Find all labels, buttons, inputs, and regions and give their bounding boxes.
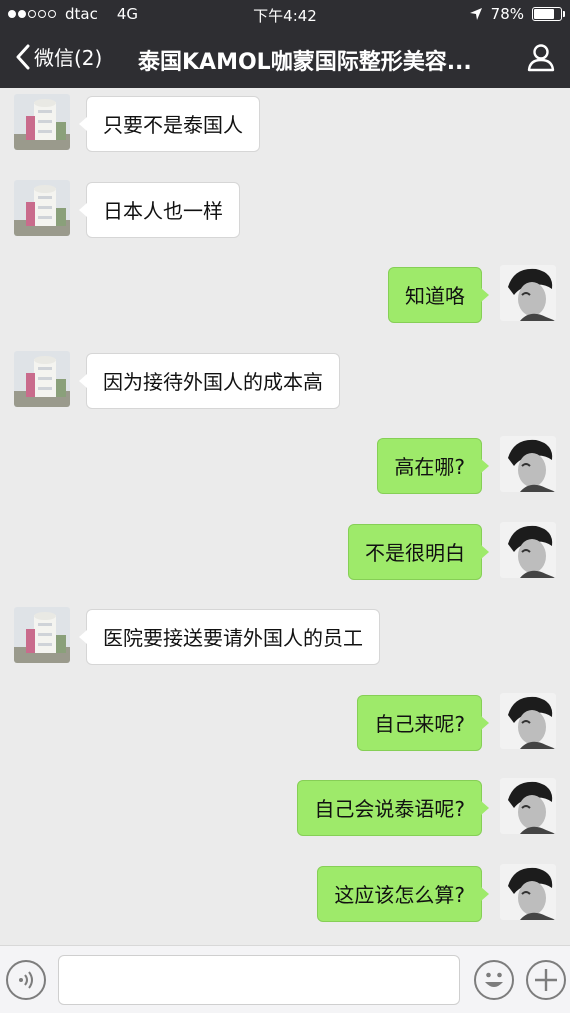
person-icon [527, 44, 555, 72]
top-bar: dtac 4G 下午4:42 78% 微信(2) 泰国KAMOL咖蒙国际整形美容… [0, 0, 570, 88]
battery-percent: 78% [490, 5, 524, 23]
emoji-button[interactable] [474, 960, 514, 1000]
message-list[interactable]: 只要不是泰国人 日本人也一样知道咯 因为接待外国人的成本高 高在哪? 不是很明白医院要接… [0, 88, 570, 945]
message-bubble[interactable]: 因为接待外国人的成本高 [79, 352, 340, 409]
incoming-message-row: 日本人也一样 [0, 179, 570, 240]
plus-icon [535, 969, 557, 991]
incoming-message-row: 只要不是泰国人 [0, 94, 570, 154]
voice-icon [19, 971, 33, 989]
outgoing-message-row: 自己来呢? [0, 692, 570, 753]
my-avatar[interactable] [500, 692, 556, 749]
contact-avatar[interactable] [14, 607, 70, 663]
message-bubble[interactable]: 医院要接送要请外国人的员工 [79, 609, 380, 665]
chat-info-button[interactable] [526, 42, 556, 76]
message-input[interactable] [58, 955, 460, 1005]
incoming-message-row: 医院要接送要请外国人的员工 [0, 607, 570, 667]
message-bubble[interactable]: 日本人也一样 [79, 181, 240, 238]
back-label: 微信(2) [34, 46, 103, 70]
status-bar: dtac 4G 下午4:42 78% [0, 0, 570, 30]
location-arrow-icon [469, 8, 482, 20]
my-avatar[interactable] [500, 521, 556, 578]
incoming-message-row: 因为接待外国人的成本高 [0, 350, 570, 411]
contact-avatar[interactable] [14, 179, 70, 236]
message-bubble[interactable]: 这应该怎么算? [317, 865, 489, 922]
outgoing-message-row: 知道咯 [0, 265, 570, 325]
my-avatar[interactable] [500, 863, 556, 920]
more-button[interactable] [526, 960, 566, 1000]
outgoing-message-row: 自己会说泰语呢? [0, 778, 570, 838]
my-avatar[interactable] [500, 265, 556, 321]
voice-button[interactable] [6, 960, 46, 1000]
battery-icon [532, 7, 565, 21]
message-bubble[interactable]: 不是很明白 [348, 523, 489, 580]
chat-title: 泰国KAMOL咖蒙国际整形美容... [138, 50, 472, 75]
status-right: 78% [469, 5, 565, 23]
message-bubble[interactable]: 自己来呢? [357, 694, 489, 751]
emoji-icon [485, 972, 503, 987]
contact-avatar[interactable] [14, 350, 70, 407]
outgoing-message-row: 这应该怎么算? [0, 863, 570, 924]
outgoing-message-row: 不是很明白 [0, 521, 570, 582]
message-bubble[interactable]: 只要不是泰国人 [79, 96, 260, 152]
input-bar [0, 945, 570, 1013]
navigation-bar: 微信(2) 泰国KAMOL咖蒙国际整形美容... [0, 30, 570, 88]
my-avatar[interactable] [500, 778, 556, 834]
message-bubble[interactable]: 知道咯 [388, 267, 489, 323]
outgoing-message-row: 高在哪? [0, 436, 570, 496]
chevron-left-icon [16, 44, 30, 69]
message-bubble[interactable]: 自己会说泰语呢? [297, 780, 489, 836]
back-button[interactable]: 微信(2) [16, 42, 102, 71]
message-bubble[interactable]: 高在哪? [377, 438, 489, 494]
my-avatar[interactable] [500, 436, 556, 492]
contact-avatar[interactable] [14, 94, 70, 150]
